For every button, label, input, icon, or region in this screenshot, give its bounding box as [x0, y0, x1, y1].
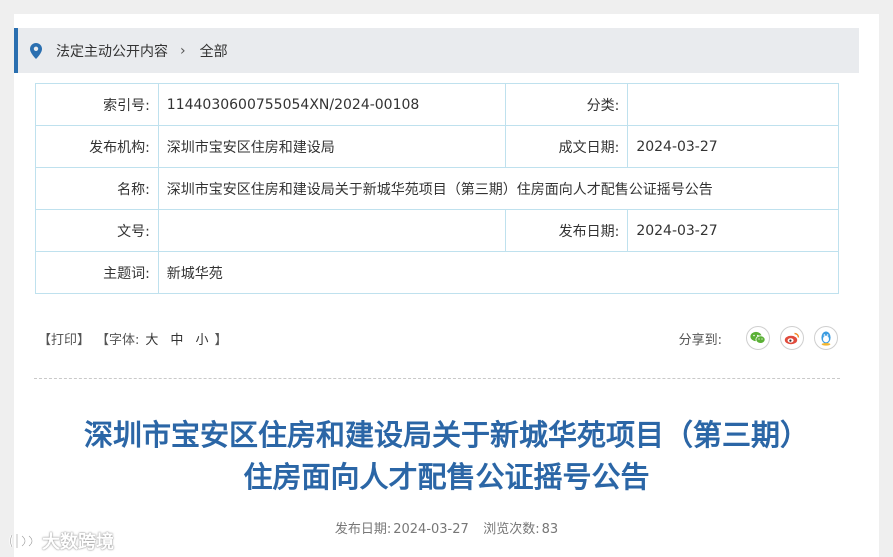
pubdate-value: 2024-03-27	[627, 209, 839, 252]
share-label: 分享到:	[678, 332, 722, 348]
divider	[34, 378, 840, 379]
article-pub-info: 发布日期: 2024-03-27 浏览次数: 83	[14, 518, 879, 537]
views-label: 浏览次数:	[483, 522, 540, 537]
watermark-text: 大数跨境	[42, 532, 114, 553]
article-toolbar: 【打印】 【字体: 大 中 小 】 分享到:	[38, 323, 838, 353]
breadcrumb: 法定主动公开内容 › 全部	[14, 28, 859, 73]
article-title-line: 住房面向人才配售公证摇号公告	[243, 460, 650, 494]
table-row: 发布机构: 深圳市宝安区住房和建设局 成文日期: 2024-03-27	[35, 125, 839, 168]
topic-label: 主题词:	[35, 251, 159, 294]
category-value	[627, 83, 839, 126]
topic-value: 新城华苑	[157, 251, 840, 294]
font-size-medium-button[interactable]: 中	[170, 329, 183, 348]
pub-date-value: 2024-03-27	[393, 522, 469, 537]
article-title-line: 深圳市宝安区住房和建设局关于新城华苑项目（第三期）	[83, 418, 809, 452]
weibo-icon[interactable]	[780, 326, 804, 350]
font-size-close: 】	[214, 332, 228, 348]
publisher-label: 发布机构:	[35, 125, 159, 168]
table-row: 索引号: 1144030600755054XN/2024-00108 分类:	[35, 83, 839, 126]
print-button[interactable]: 【打印】	[38, 329, 90, 348]
index-label: 索引号:	[35, 83, 159, 126]
watermark-logo-icon	[9, 534, 34, 548]
publisher-value: 深圳市宝安区住房和建设局	[157, 125, 506, 168]
qq-icon[interactable]	[814, 326, 838, 350]
table-row: 文号: 发布日期: 2024-03-27	[35, 209, 839, 252]
font-size-label: 【字体:	[96, 332, 140, 348]
location-pin-icon	[30, 42, 52, 59]
page-container: 法定主动公开内容 › 全部 索引号: 1144030600755054XN/20…	[14, 14, 879, 557]
breadcrumb-section[interactable]: 法定主动公开内容	[56, 41, 168, 61]
category-label: 分类:	[504, 83, 629, 126]
index-value: 1144030600755054XN/2024-00108	[157, 83, 506, 126]
docno-label: 文号:	[35, 209, 159, 252]
breadcrumb-current[interactable]: 全部	[200, 41, 228, 61]
name-value: 深圳市宝安区住房和建设局关于新城华苑项目（第三期）住房面向人才配售公证摇号公告	[157, 167, 840, 210]
pub-date-label: 发布日期:	[334, 522, 392, 537]
font-size-large-button[interactable]: 大	[145, 329, 158, 348]
docno-value	[157, 209, 506, 252]
article-title: 深圳市宝安区住房和建设局关于新城华苑项目（第三期） 住房面向人才配售公证摇号公告	[14, 414, 879, 498]
watermark: 大数跨境	[8, 528, 114, 554]
created-date-value: 2024-03-27	[627, 125, 839, 168]
pubdate-label: 发布日期:	[504, 209, 629, 252]
font-size-small-button[interactable]: 小	[195, 329, 208, 348]
table-row: 主题词: 新城华苑	[35, 251, 840, 294]
breadcrumb-separator: ›	[180, 42, 186, 59]
table-row: 名称: 深圳市宝安区住房和建设局关于新城华苑项目（第三期）住房面向人才配售公证摇…	[35, 167, 840, 210]
share-bar: 分享到:	[679, 323, 838, 353]
views-value: 83	[541, 522, 559, 537]
metadata-table: 索引号: 1144030600755054XN/2024-00108 分类: 发…	[35, 83, 840, 294]
created-date-label: 成文日期:	[504, 125, 629, 168]
wechat-icon[interactable]	[746, 326, 770, 350]
name-label: 名称:	[35, 167, 159, 210]
